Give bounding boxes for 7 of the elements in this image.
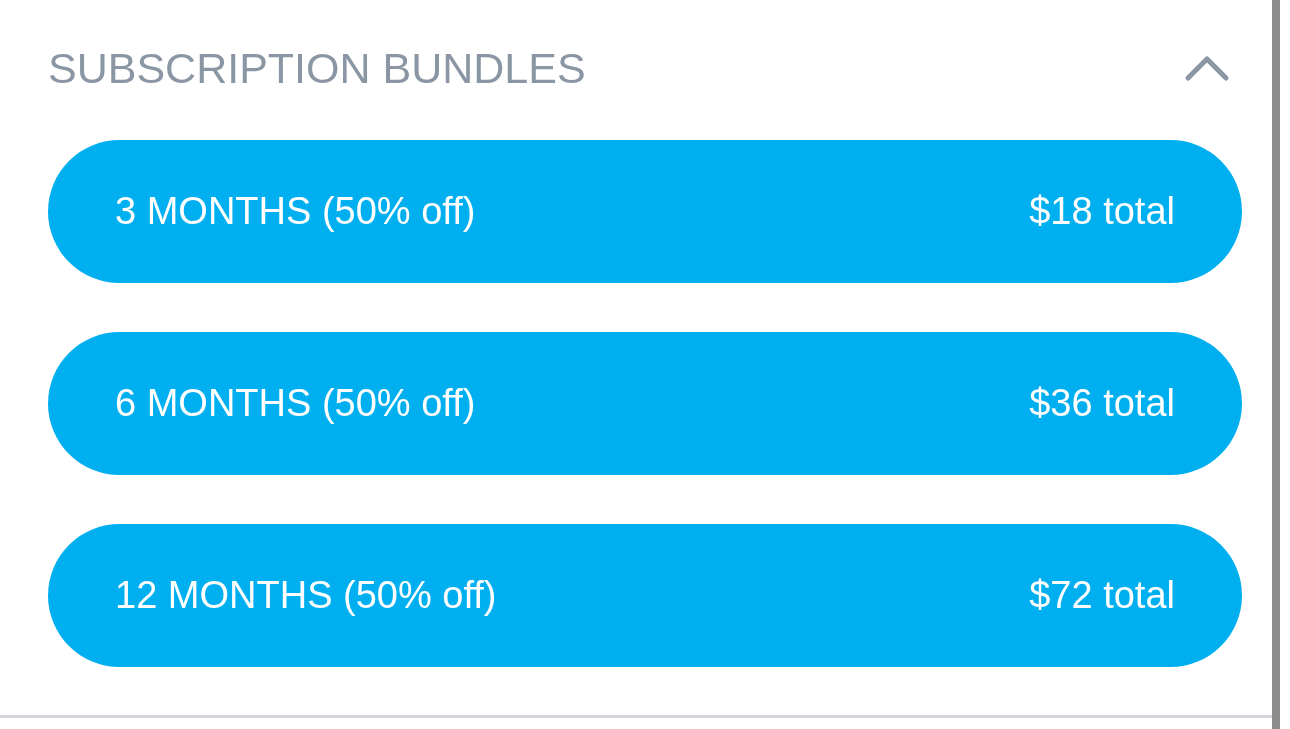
section-title: SUBSCRIPTION BUNDLES <box>48 43 586 93</box>
bundle-button[interactable]: 3 MONTHS (50% off) $18 total <box>48 140 1242 283</box>
collapse-button[interactable] <box>1184 54 1230 82</box>
bundle-button[interactable]: 6 MONTHS (50% off) $36 total <box>48 332 1242 475</box>
scrollbar[interactable] <box>1272 0 1280 729</box>
chevron-icon <box>1184 54 1230 82</box>
bundle-button[interactable]: 12 MONTHS (50% off) $72 total <box>48 524 1242 667</box>
